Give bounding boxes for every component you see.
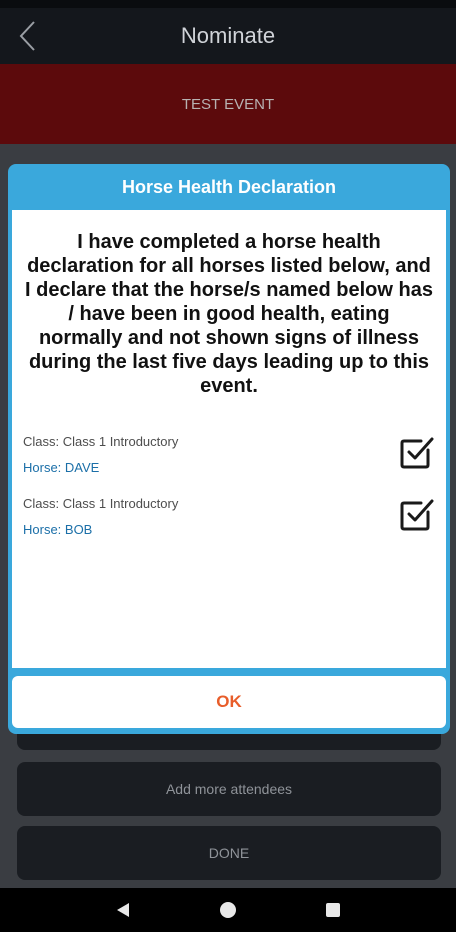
back-triangle-icon	[116, 903, 129, 917]
ok-label: OK	[216, 692, 242, 711]
chevron-left-icon	[19, 21, 35, 51]
nav-recents-button[interactable]	[313, 890, 353, 930]
nav-home-button[interactable]	[208, 890, 248, 930]
horse-label: Horse: DAVE	[23, 460, 100, 475]
back-button[interactable]	[14, 16, 40, 56]
nomination-entry: Class: Class 1 Introductory Horse: DAVE	[23, 434, 435, 484]
event-banner: TEST EVENT	[0, 64, 456, 144]
class-label: Class: Class 1 Introductory	[23, 434, 179, 449]
add-more-attendees-label: Add more attendees	[165, 781, 293, 797]
done-button[interactable]: DONE	[17, 826, 441, 880]
page-title: Nominate	[180, 23, 276, 48]
nav-back-button[interactable]	[103, 890, 143, 930]
modal-body: I have completed a horse health declarat…	[12, 210, 446, 668]
nomination-entry: Class: Class 1 Introductory Horse: BOB	[23, 496, 435, 546]
home-circle-icon	[219, 902, 236, 918]
done-label: DONE	[208, 845, 250, 861]
modal-title: Horse Health Declaration	[121, 176, 337, 197]
top-app-bar: Nominate	[0, 8, 456, 64]
system-nav-bar	[0, 888, 456, 932]
health-declaration-modal: Horse Health Declaration I have complete…	[8, 164, 450, 734]
ok-button[interactable]: OK	[12, 676, 446, 728]
horse-label: Horse: BOB	[23, 522, 93, 537]
status-bar	[0, 0, 456, 8]
modal-header: Horse Health Declaration	[8, 164, 450, 210]
checkbox-checked-icon[interactable]	[399, 434, 435, 470]
event-name: TEST EVENT	[181, 95, 275, 113]
declaration-text: I have completed a horse health declarat…	[25, 231, 433, 397]
add-more-attendees-button[interactable]: Add more attendees	[17, 762, 441, 816]
checkbox-checked-icon[interactable]	[399, 496, 435, 532]
class-label: Class: Class 1 Introductory	[23, 496, 179, 511]
recents-square-icon	[326, 903, 341, 917]
